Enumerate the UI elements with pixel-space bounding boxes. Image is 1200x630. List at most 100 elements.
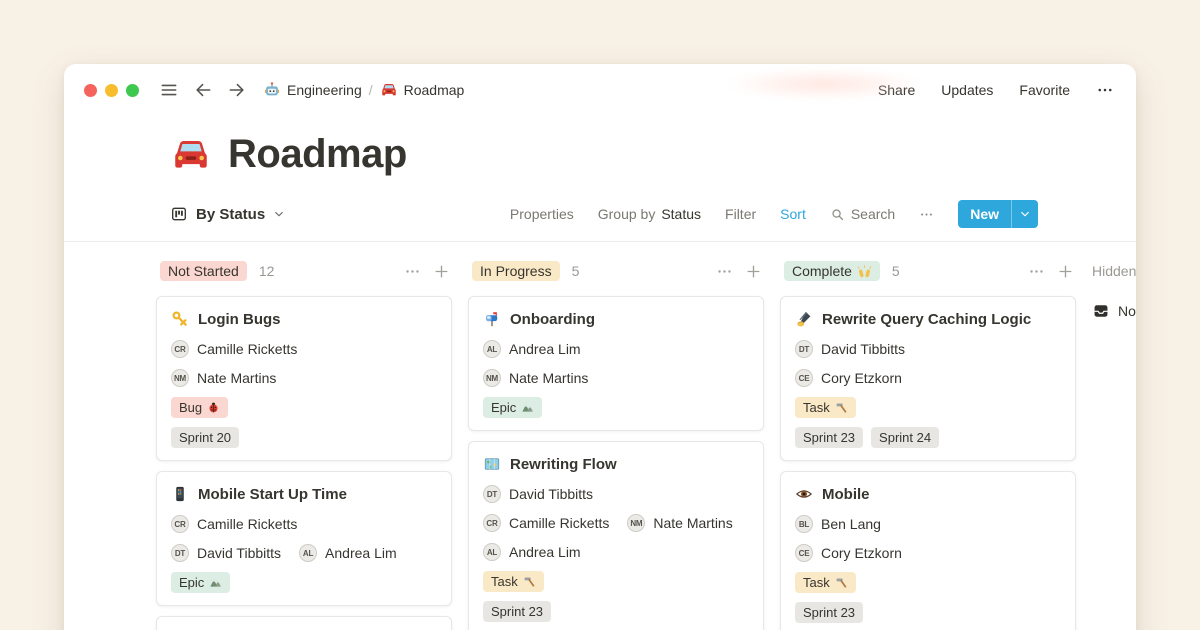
person-name: Andrea Lim (509, 544, 581, 560)
card-title: Rewrite Query Caching Logic (822, 311, 1031, 328)
column-cards: Login Bugs CR Camille Ricketts NM Nate M… (156, 296, 452, 630)
updates-button[interactable]: Updates (941, 82, 993, 98)
breadcrumb-separator: / (369, 82, 373, 98)
back-arrow-icon[interactable] (193, 80, 213, 100)
card-title: Login Bugs (198, 311, 281, 328)
minimize-window-button[interactable] (105, 84, 118, 97)
tag-sprint-24: Sprint 24 (871, 427, 939, 448)
filter-button[interactable]: Filter (725, 206, 756, 222)
kanban-board: Not Started 12 Login Bugs CR Camille (64, 242, 1136, 630)
hidden-columns-toggle[interactable]: Hidden columns (1092, 258, 1136, 284)
chevron-down-icon (1019, 208, 1031, 220)
column-more-icon[interactable] (1028, 263, 1045, 280)
person-name: Cory Etzkorn (821, 370, 902, 386)
hidden-columns-section: Hidden columns No Status (1092, 258, 1136, 320)
breadcrumb-page-label: Roadmap (404, 82, 465, 98)
tag-task: Task (483, 571, 544, 592)
card-title: Rewriting Flow (510, 456, 617, 473)
column-tools (716, 263, 762, 280)
person-name: Nate Martins (509, 370, 588, 386)
chevron-down-icon (273, 208, 285, 220)
raised-hands-icon (857, 264, 872, 279)
group-by-button[interactable]: Group by Status (598, 206, 701, 222)
column-complete: Complete 5 Rewrite Query Caching Logic (780, 258, 1076, 630)
tag-label: Task (491, 574, 518, 589)
card-error-codes[interactable]: Error Codes (156, 616, 452, 630)
new-button[interactable]: New (958, 200, 1038, 228)
new-button-label[interactable]: New (958, 200, 1011, 228)
breadcrumb-workspace[interactable]: Engineering (263, 81, 362, 99)
card-onboarding[interactable]: Onboarding AL Andrea Lim NM Nate Martins… (468, 296, 764, 431)
person-name: David Tibbitts (197, 545, 281, 561)
avatar: NM (483, 369, 501, 387)
card-mobile-start-up-time[interactable]: Mobile Start Up Time CR Camille Ricketts… (156, 471, 452, 606)
tag-epic: Epic (483, 397, 542, 418)
properties-button[interactable]: Properties (510, 206, 574, 222)
view-switcher[interactable]: By Status (170, 205, 285, 223)
car-icon (380, 81, 398, 99)
avatar: CR (483, 514, 501, 532)
page-title[interactable]: Roadmap (228, 132, 407, 177)
tag-task: Task (795, 572, 856, 593)
avatar: BL (795, 515, 813, 533)
person-name: Camille Ricketts (509, 515, 609, 531)
toolbar-more-icon[interactable] (919, 207, 934, 222)
sidebar-menu-icon[interactable] (159, 80, 179, 100)
search-button[interactable]: Search (830, 206, 895, 222)
topbar-actions: Share Updates Favorite (878, 81, 1114, 99)
new-button-dropdown[interactable] (1012, 200, 1038, 228)
tag-label: Task (803, 400, 830, 415)
zoom-window-button[interactable] (126, 84, 139, 97)
key-icon (171, 310, 189, 328)
avatar: CE (795, 369, 813, 387)
hidden-group-no-status[interactable]: No Status (1092, 302, 1136, 320)
avatar: AL (483, 340, 501, 358)
column-add-icon[interactable] (1057, 263, 1074, 280)
forward-arrow-icon[interactable] (227, 80, 247, 100)
mobile-phone-icon (171, 485, 189, 503)
column-more-icon[interactable] (716, 263, 733, 280)
sort-button[interactable]: Sort (780, 206, 806, 222)
status-badge-label: Not Started (168, 263, 239, 279)
share-button[interactable]: Share (878, 82, 915, 98)
tag-label: Sprint 20 (179, 430, 231, 445)
app-window: Engineering / Roadmap Share Updates Favo… (64, 64, 1136, 630)
group-by-value: Status (661, 206, 701, 222)
column-tools (1028, 263, 1074, 280)
box-icon (1092, 302, 1110, 320)
person-name: Camille Ricketts (197, 516, 297, 532)
person-name: Andrea Lim (509, 341, 581, 357)
card-rewriting-flow[interactable]: Rewriting Flow DT David Tibbitts CR Cami… (468, 441, 764, 630)
column-in-progress: In Progress 5 Onboarding AL Andrea Li (468, 258, 764, 630)
breadcrumb-page[interactable]: Roadmap (380, 81, 465, 99)
tag-sprint-23: Sprint 23 (795, 427, 863, 448)
card-login-bugs[interactable]: Login Bugs CR Camille Ricketts NM Nate M… (156, 296, 452, 461)
column-more-icon[interactable] (404, 263, 421, 280)
tag-label: Sprint 23 (491, 604, 543, 619)
more-options-icon[interactable] (1096, 81, 1114, 99)
column-header: Complete 5 (780, 258, 1076, 284)
card-mobile[interactable]: Mobile BL Ben Lang CE Cory Etzkorn Task (780, 471, 1076, 630)
tag-label: Sprint 23 (803, 430, 855, 445)
car-icon[interactable] (170, 134, 212, 176)
writing-hand-icon (795, 310, 813, 328)
tag-label: Sprint 23 (803, 605, 855, 620)
column-add-icon[interactable] (433, 263, 450, 280)
column-add-icon[interactable] (745, 263, 762, 280)
favorite-button[interactable]: Favorite (1019, 82, 1070, 98)
view-toolbar: By Status Properties Group by Status Fil… (64, 199, 1136, 229)
status-badge[interactable]: In Progress (472, 261, 560, 281)
person-name: Andrea Lim (325, 545, 397, 561)
view-switcher-label: By Status (196, 206, 265, 223)
tag-epic: Epic (171, 572, 230, 593)
status-badge[interactable]: Not Started (160, 261, 247, 281)
tag-label: Epic (179, 575, 204, 590)
card-rewrite-query-caching-logic[interactable]: Rewrite Query Caching Logic DT David Tib… (780, 296, 1076, 461)
traffic-lights (84, 84, 139, 97)
column-count: 12 (259, 263, 275, 279)
avatar: CR (171, 340, 189, 358)
close-window-button[interactable] (84, 84, 97, 97)
avatar: CR (171, 515, 189, 533)
status-badge[interactable]: Complete (784, 261, 880, 281)
column-header: Not Started 12 (156, 258, 452, 284)
